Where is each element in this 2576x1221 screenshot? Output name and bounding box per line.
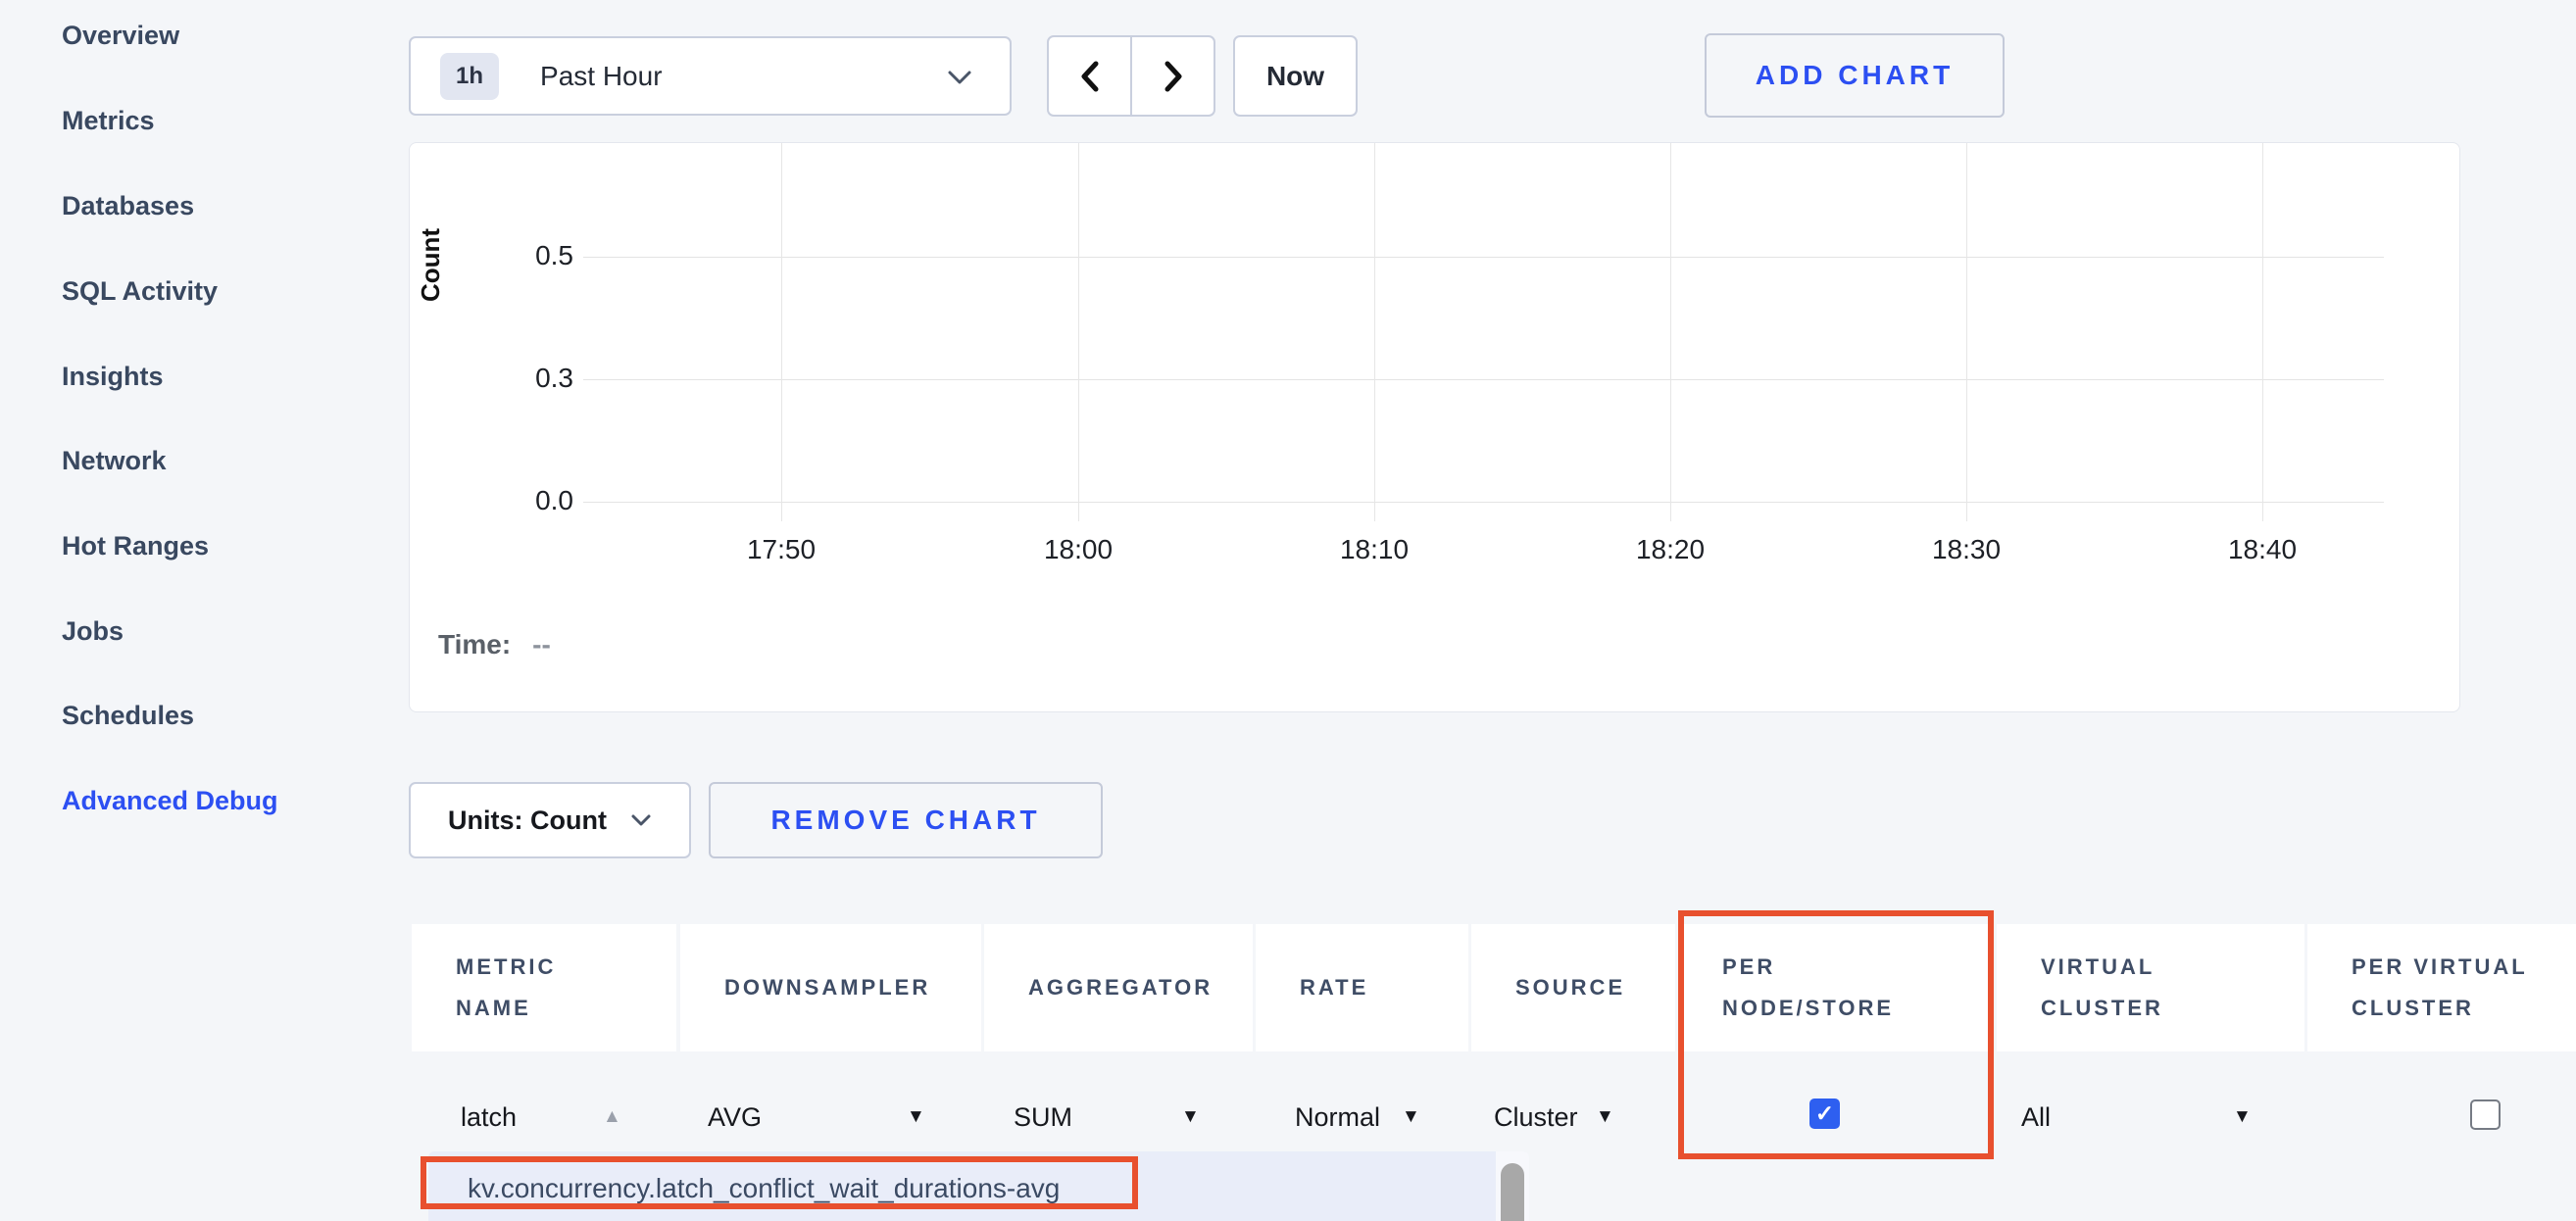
x-tick-label: 18:00 bbox=[1010, 534, 1147, 565]
gridline bbox=[781, 143, 782, 521]
gridline bbox=[583, 257, 2384, 258]
column-header-downsampler: DOWNSAMPLER bbox=[680, 924, 981, 1051]
time-range-label: Past Hour bbox=[540, 61, 663, 92]
column-header-per-virtual-cluster: PER VIRTUAL CLUSTER bbox=[2307, 924, 2576, 1051]
source-select[interactable]: Cluster bbox=[1494, 1098, 1578, 1137]
aggregator-select[interactable]: SUM bbox=[1014, 1098, 1072, 1137]
gridline bbox=[1374, 143, 1375, 521]
sidebar-item-jobs[interactable]: Jobs bbox=[62, 611, 124, 651]
x-tick-label: 18:30 bbox=[1898, 534, 2035, 565]
sidebar-item-insights[interactable]: Insights bbox=[62, 357, 164, 396]
dropdown-scrollbar-track[interactable] bbox=[1496, 1151, 1529, 1221]
advanced-debug-custom-chart-page: Overview Metrics Databases SQL Activity … bbox=[0, 0, 2576, 1221]
per-virtual-cluster-checkbox[interactable]: ✓ bbox=[2470, 1099, 2501, 1130]
now-button[interactable]: Now bbox=[1233, 35, 1358, 117]
aggregator-select-arrow[interactable]: ▼ bbox=[1181, 1098, 1200, 1137]
column-header-virtual-cluster: VIRTUAL CLUSTER bbox=[1997, 924, 2304, 1051]
virtual-cluster-select[interactable]: All bbox=[2021, 1098, 2051, 1137]
y-axis-label: Count bbox=[412, 196, 451, 333]
units-dropdown-label: Units: Count bbox=[448, 806, 607, 836]
column-header-per-node-store: PER NODE/STORE bbox=[1678, 924, 1994, 1051]
rate-select[interactable]: Normal bbox=[1295, 1098, 1380, 1137]
x-tick-label: 17:50 bbox=[713, 534, 850, 565]
sidebar-item-sql-activity[interactable]: SQL Activity bbox=[62, 271, 218, 311]
chevron-right-icon bbox=[1163, 60, 1184, 93]
triangle-down-icon: ▼ bbox=[1181, 1106, 1200, 1128]
y-tick-label: 0.3 bbox=[485, 363, 573, 394]
source-select-arrow[interactable]: ▼ bbox=[1596, 1098, 1614, 1137]
y-tick-label: 0.5 bbox=[485, 240, 573, 271]
x-tick-label: 18:20 bbox=[1602, 534, 1739, 565]
time-footer-label: Time: bbox=[438, 629, 511, 659]
previous-timespan-button[interactable] bbox=[1047, 35, 1131, 117]
sidebar-item-databases[interactable]: Databases bbox=[62, 186, 194, 225]
x-tick-label: 18:40 bbox=[2194, 534, 2331, 565]
time-range-dropdown[interactable]: 1h Past Hour bbox=[409, 36, 1012, 116]
sidebar-item-metrics[interactable]: Metrics bbox=[62, 101, 155, 140]
x-tick-label: 18:10 bbox=[1306, 534, 1443, 565]
add-chart-button[interactable]: ADD CHART bbox=[1705, 33, 2005, 118]
rate-select-arrow[interactable]: ▼ bbox=[1402, 1098, 1420, 1137]
chevron-down-icon bbox=[947, 70, 972, 85]
time-range-badge: 1h bbox=[440, 53, 499, 100]
dropdown-scrollbar-thumb[interactable] bbox=[1501, 1163, 1524, 1221]
sidebar-item-overview[interactable]: Overview bbox=[62, 16, 179, 55]
per-node-store-checkbox[interactable]: ✓ bbox=[1809, 1099, 1840, 1129]
sidebar: Overview Metrics Databases SQL Activity … bbox=[0, 0, 404, 1221]
remove-chart-button[interactable]: REMOVE CHART bbox=[709, 782, 1103, 858]
triangle-down-icon: ▼ bbox=[1596, 1106, 1614, 1128]
downsampler-select[interactable]: AVG bbox=[708, 1098, 762, 1137]
column-header-rate: RATE bbox=[1256, 924, 1468, 1051]
chart-hover-time: Time: -- bbox=[438, 629, 551, 660]
gridline bbox=[1670, 143, 1671, 521]
gridline bbox=[1966, 143, 1967, 521]
chevron-left-icon bbox=[1079, 60, 1101, 93]
chevron-down-icon bbox=[630, 813, 652, 827]
gridline bbox=[1078, 143, 1079, 521]
column-header-metric-name: METRIC NAME bbox=[412, 924, 676, 1051]
column-header-source: SOURCE bbox=[1471, 924, 1675, 1051]
metric-suggestions-dropdown: kv.concurrency.latch_conflict_wait_durat… bbox=[428, 1151, 1529, 1221]
gridline bbox=[583, 379, 2384, 380]
metric-suggestion-item[interactable]: kv.concurrency.latch_conflict_wait_durat… bbox=[468, 1173, 1060, 1204]
downsampler-select-arrow[interactable]: ▼ bbox=[907, 1098, 925, 1137]
sidebar-item-schedules[interactable]: Schedules bbox=[62, 696, 194, 735]
gridline bbox=[583, 502, 2384, 503]
sidebar-item-network[interactable]: Network bbox=[62, 441, 167, 480]
sidebar-item-hot-ranges[interactable]: Hot Ranges bbox=[62, 526, 209, 565]
check-icon: ✓ bbox=[1815, 1102, 1834, 1125]
virtual-cluster-select-arrow[interactable]: ▼ bbox=[2233, 1098, 2252, 1137]
time-step-buttons bbox=[1047, 35, 1215, 117]
triangle-down-icon: ▼ bbox=[2233, 1106, 2252, 1128]
column-header-aggregator: AGGREGATOR bbox=[984, 924, 1253, 1051]
next-timespan-button[interactable] bbox=[1131, 35, 1215, 117]
gridline bbox=[2262, 143, 2263, 521]
triangle-down-icon: ▼ bbox=[907, 1106, 925, 1128]
custom-chart-card[interactable] bbox=[409, 142, 2460, 712]
triangle-down-icon: ▼ bbox=[1402, 1106, 1420, 1128]
units-dropdown[interactable]: Units: Count bbox=[409, 782, 691, 858]
y-tick-label: 0.0 bbox=[485, 485, 573, 516]
combobox-open-icon[interactable]: ▲ bbox=[603, 1098, 621, 1137]
sidebar-item-advanced-debug[interactable]: Advanced Debug bbox=[62, 781, 278, 820]
metric-name-combobox[interactable]: latch bbox=[461, 1098, 517, 1137]
time-footer-value: -- bbox=[532, 629, 551, 659]
